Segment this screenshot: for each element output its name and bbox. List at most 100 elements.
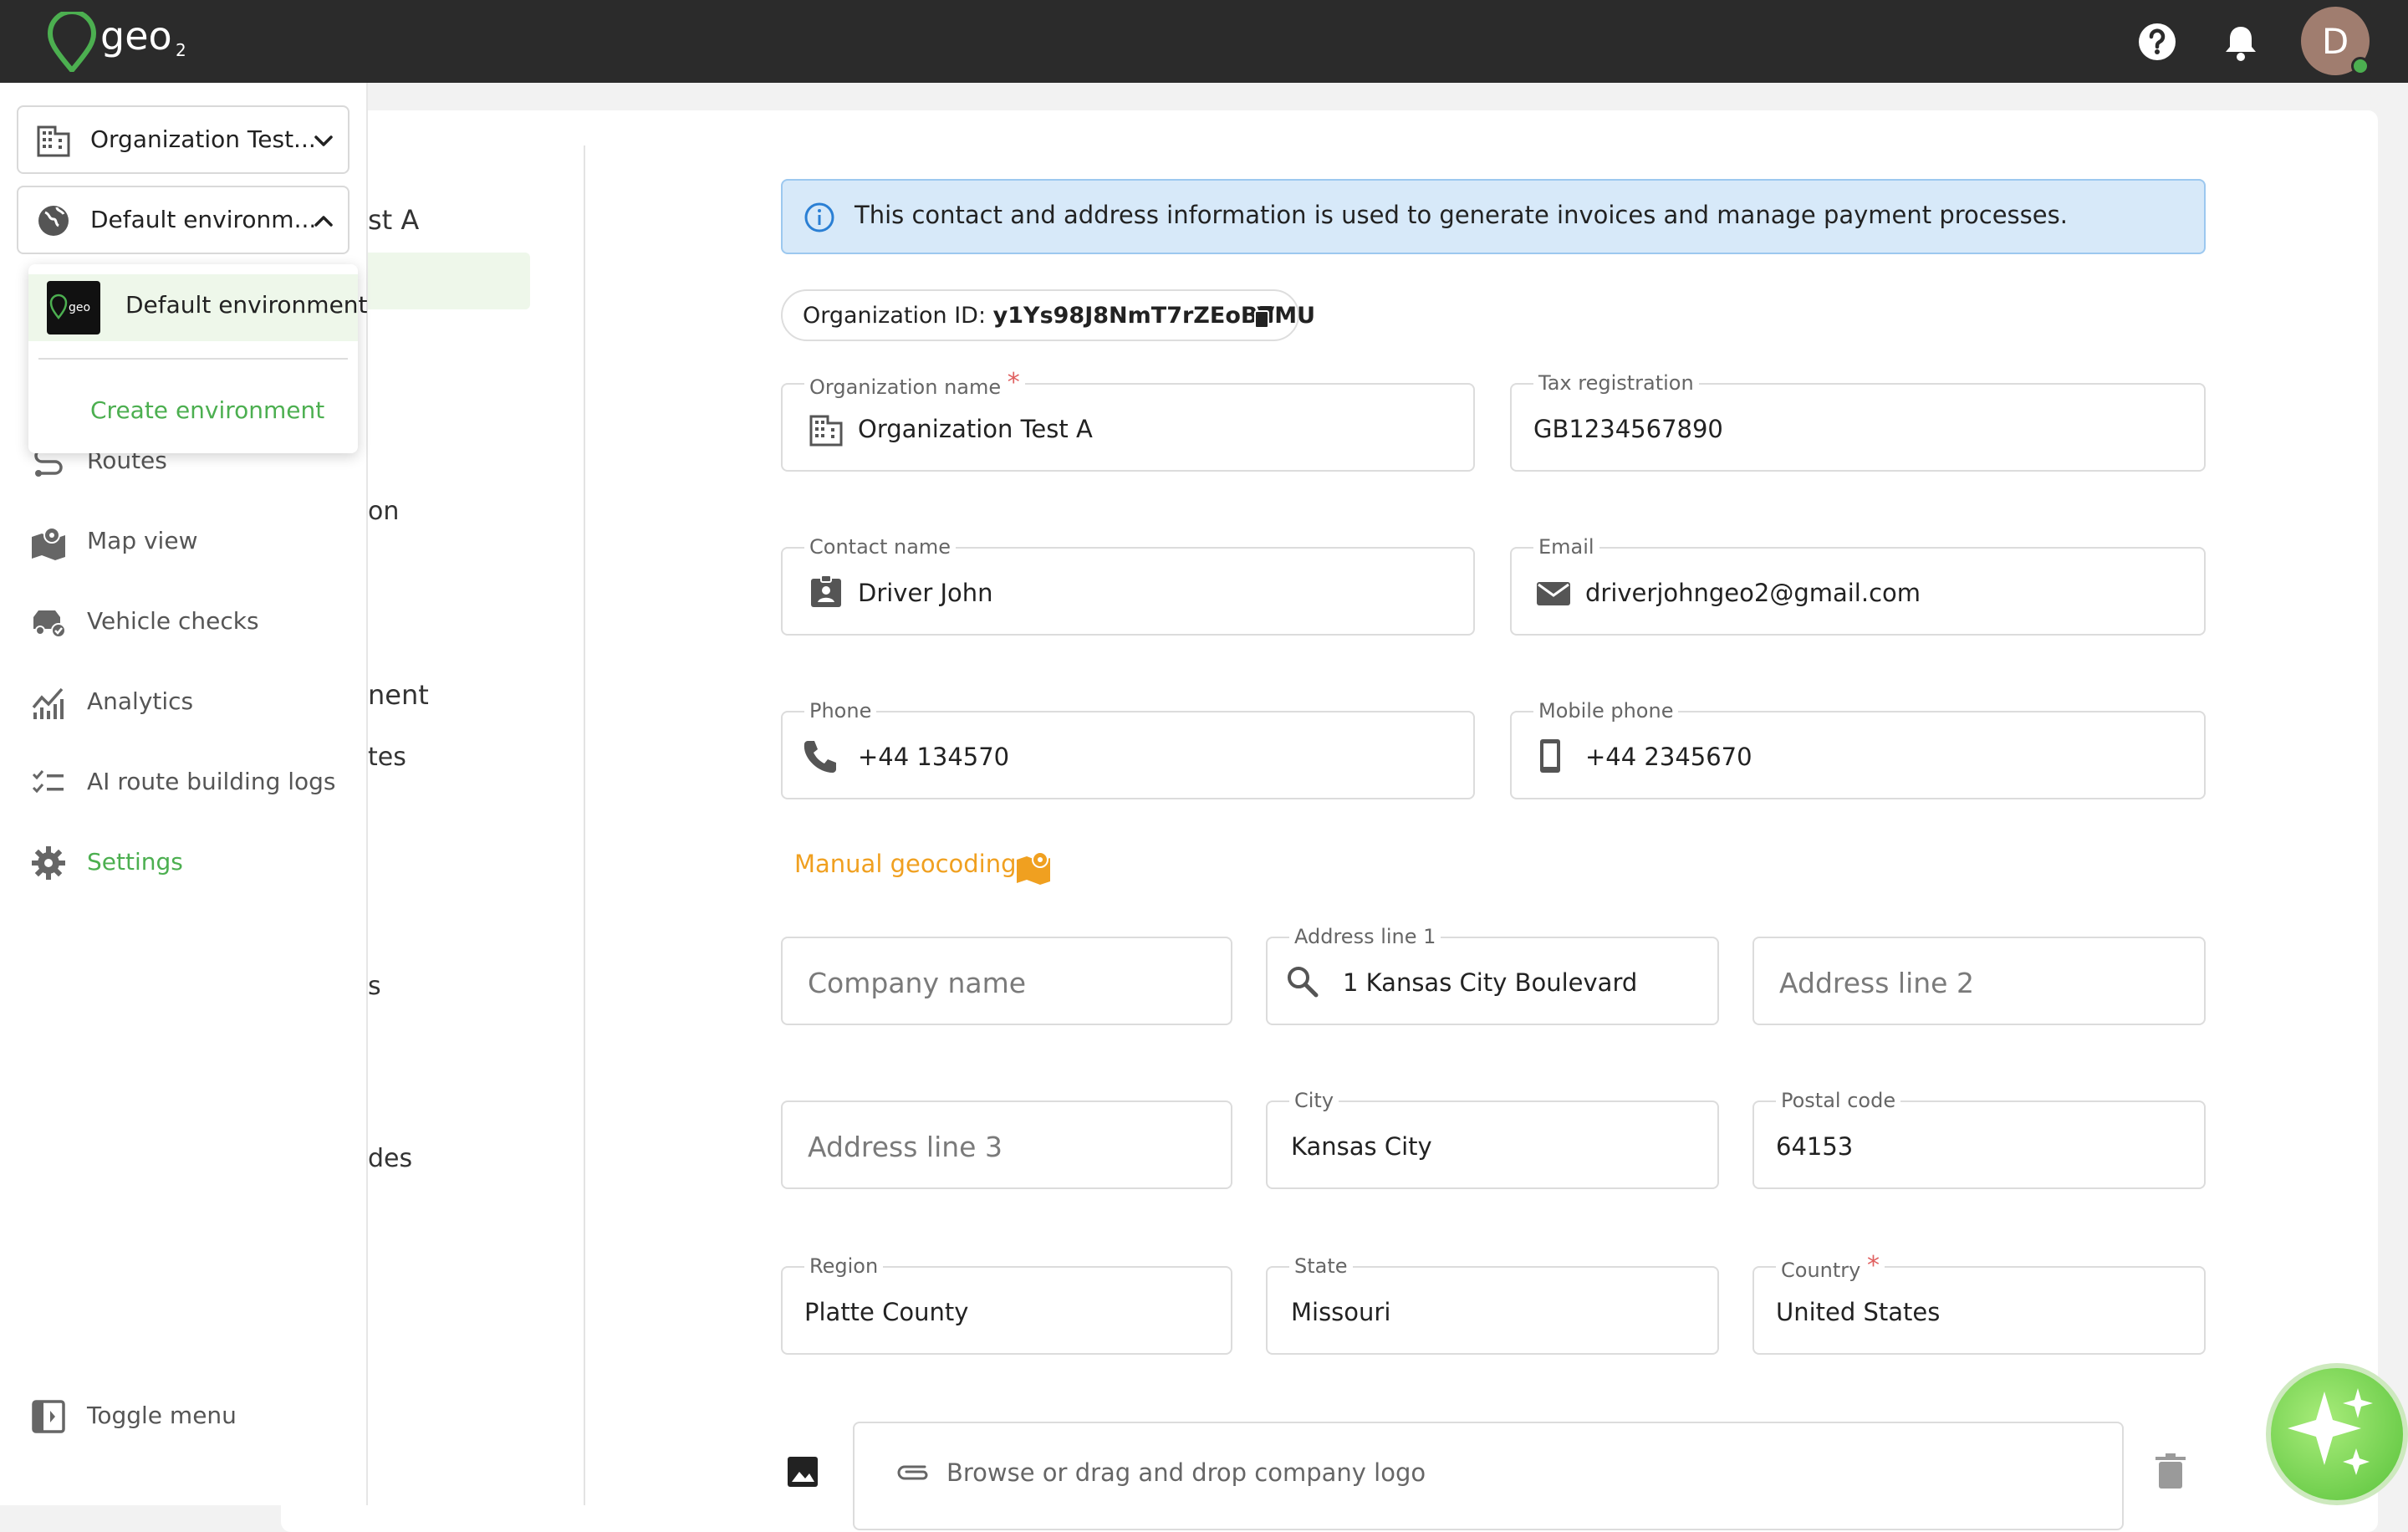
required-marker: *: [1866, 1251, 1880, 1280]
brand-logo[interactable]: geo 2: [45, 9, 204, 74]
vehicle-check-icon: [30, 604, 67, 641]
globe-icon: [35, 202, 72, 239]
email-field[interactable]: Email driverjohngeo2@gmail.com: [1510, 535, 2206, 636]
brand-subscript: 2: [176, 40, 186, 60]
address-line-2-field[interactable]: Address line 2: [1752, 937, 2206, 1025]
settings-nav-active-item[interactable]: [351, 253, 530, 309]
toggle-menu-label: Toggle menu: [87, 1402, 237, 1429]
city-value: Kansas City: [1291, 1132, 1432, 1161]
state-field[interactable]: State Missouri: [1266, 1254, 1719, 1355]
svg-text:geo: geo: [69, 301, 90, 314]
toggle-menu-button[interactable]: Toggle menu: [25, 1392, 351, 1442]
sidebar-item-map-view[interactable]: Map view: [25, 517, 351, 567]
organization-name-label: Organization name *: [804, 368, 1025, 401]
region-label: Region: [804, 1254, 884, 1278]
image-icon: [784, 1453, 821, 1490]
mail-icon: [1535, 575, 1572, 612]
settings-nav-item[interactable]: on: [368, 497, 399, 526]
phone-field[interactable]: Phone +44 134570: [781, 699, 1475, 799]
country-label-text: Country: [1781, 1259, 1861, 1282]
attachment-icon: [893, 1457, 933, 1487]
postal-code-value: 64153: [1776, 1132, 1854, 1161]
sidebar-item-vehicle-checks[interactable]: Vehicle checks: [25, 597, 351, 647]
state-value: Missouri: [1291, 1298, 1391, 1326]
logo-upload-text: Browse or drag and drop company logo: [946, 1458, 1426, 1487]
brand-name: geo: [100, 13, 172, 59]
tax-registration-value: GB1234567890: [1533, 415, 1723, 443]
sidebar-item-label: Settings: [87, 848, 183, 876]
organization-selector-text: Organization Test...: [90, 125, 316, 153]
logo-upload-dropzone[interactable]: Browse or drag and drop company logo: [853, 1422, 2124, 1530]
address-line-1-value: 1 Kansas City Boulevard: [1343, 968, 1638, 997]
manual-geocoding-link[interactable]: Manual geocoding: [794, 850, 1017, 878]
organization-id-label: Organization ID: y1Ys98J8NmT7rZEoBVMU: [803, 303, 1315, 329]
sidebar-item-label: Vehicle checks: [87, 607, 259, 635]
mobile-phone-value: +44 2345670: [1585, 743, 1752, 771]
sidebar-item-label: Analytics: [87, 687, 194, 715]
mobile-phone-label: Mobile phone: [1533, 699, 1679, 723]
help-icon[interactable]: [2135, 20, 2179, 64]
contact-card-icon: [808, 574, 844, 610]
menu-divider: [38, 358, 348, 360]
tax-registration-field[interactable]: Tax registration GB1234567890: [1510, 371, 2206, 472]
map-pin-icon[interactable]: [1015, 848, 1052, 885]
organization-selector[interactable]: Organization Test...: [17, 105, 349, 174]
phone-value: +44 134570: [858, 743, 1010, 771]
city-field[interactable]: City Kansas City: [1266, 1089, 1719, 1189]
sidebar-item-label: AI route building logs: [87, 768, 336, 795]
postal-code-label: Postal code: [1776, 1089, 1901, 1112]
contact-name-field[interactable]: Contact name Driver John: [781, 535, 1475, 636]
mobile-phone-icon: [1532, 738, 1569, 774]
country-field[interactable]: Country * United States: [1752, 1251, 2206, 1355]
online-status-dot: [2351, 57, 2370, 75]
environment-thumbnail: geo: [47, 281, 100, 334]
state-label: State: [1289, 1254, 1353, 1278]
create-environment-button[interactable]: Create environment: [90, 396, 324, 424]
chevron-down-icon: [309, 127, 338, 156]
environment-option[interactable]: geo Default environment: [28, 274, 368, 341]
settings-nav-org-title: st A: [368, 204, 420, 236]
settings-nav-item[interactable]: des: [368, 1144, 412, 1173]
settings-nav-section: nent: [368, 679, 429, 711]
environment-dropdown-menu: geo Default environment Create environme…: [28, 264, 368, 453]
region-field[interactable]: Region Platte County: [781, 1254, 1232, 1355]
search-icon: [1284, 963, 1321, 1000]
address-line-1-label: Address line 1: [1289, 925, 1441, 948]
analytics-icon: [30, 684, 67, 721]
address-line-3-field[interactable]: Address line 3: [781, 1100, 1232, 1189]
environment-selector-text: Default environm...: [90, 206, 317, 233]
region-value: Platte County: [804, 1298, 969, 1326]
sidebar-item-analytics[interactable]: Analytics: [25, 677, 351, 728]
organization-name-field[interactable]: Organization name * Organization Test A: [781, 368, 1475, 472]
address-line-2-placeholder: Address line 2: [1779, 967, 1974, 999]
sidebar-item-ai-route-logs[interactable]: AI route building logs: [25, 758, 351, 808]
company-name-field[interactable]: Company name: [781, 937, 1232, 1025]
sidebar-item-settings[interactable]: Settings: [25, 838, 351, 888]
checklist-icon: [30, 764, 67, 801]
contact-name-value: Driver John: [858, 579, 993, 607]
map-icon: [30, 523, 67, 560]
organization-name-value: Organization Test A: [858, 415, 1093, 443]
phone-icon: [801, 738, 838, 774]
address-line-1-field[interactable]: Address line 1 1 Kansas City Boulevard: [1266, 925, 1719, 1025]
ai-assistant-button[interactable]: [2266, 1363, 2408, 1505]
sidebar-item-label: Map view: [87, 527, 198, 554]
settings-nav-item[interactable]: tes: [368, 743, 406, 772]
copy-icon[interactable]: [1252, 304, 1276, 329]
trash-icon[interactable]: [2152, 1452, 2189, 1492]
building-icon: [35, 122, 72, 159]
building-icon: [808, 411, 844, 448]
postal-code-field[interactable]: Postal code 64153: [1752, 1089, 2206, 1189]
org-name-label-text: Organization name: [809, 375, 1002, 399]
company-name-placeholder: Company name: [808, 967, 1027, 999]
gear-icon: [30, 845, 67, 881]
settings-nav-item[interactable]: s: [368, 972, 381, 1001]
sparkle-icon: [2288, 1388, 2373, 1475]
environment-selector[interactable]: Default environm...: [17, 186, 349, 254]
country-label: Country *: [1776, 1251, 1885, 1284]
mobile-phone-field[interactable]: Mobile phone +44 2345670: [1510, 699, 2206, 799]
address-line-3-placeholder: Address line 3: [808, 1131, 1002, 1163]
info-banner: This contact and address information is …: [781, 179, 2206, 254]
bell-icon[interactable]: [2219, 20, 2263, 64]
chevron-up-icon: [309, 207, 338, 236]
